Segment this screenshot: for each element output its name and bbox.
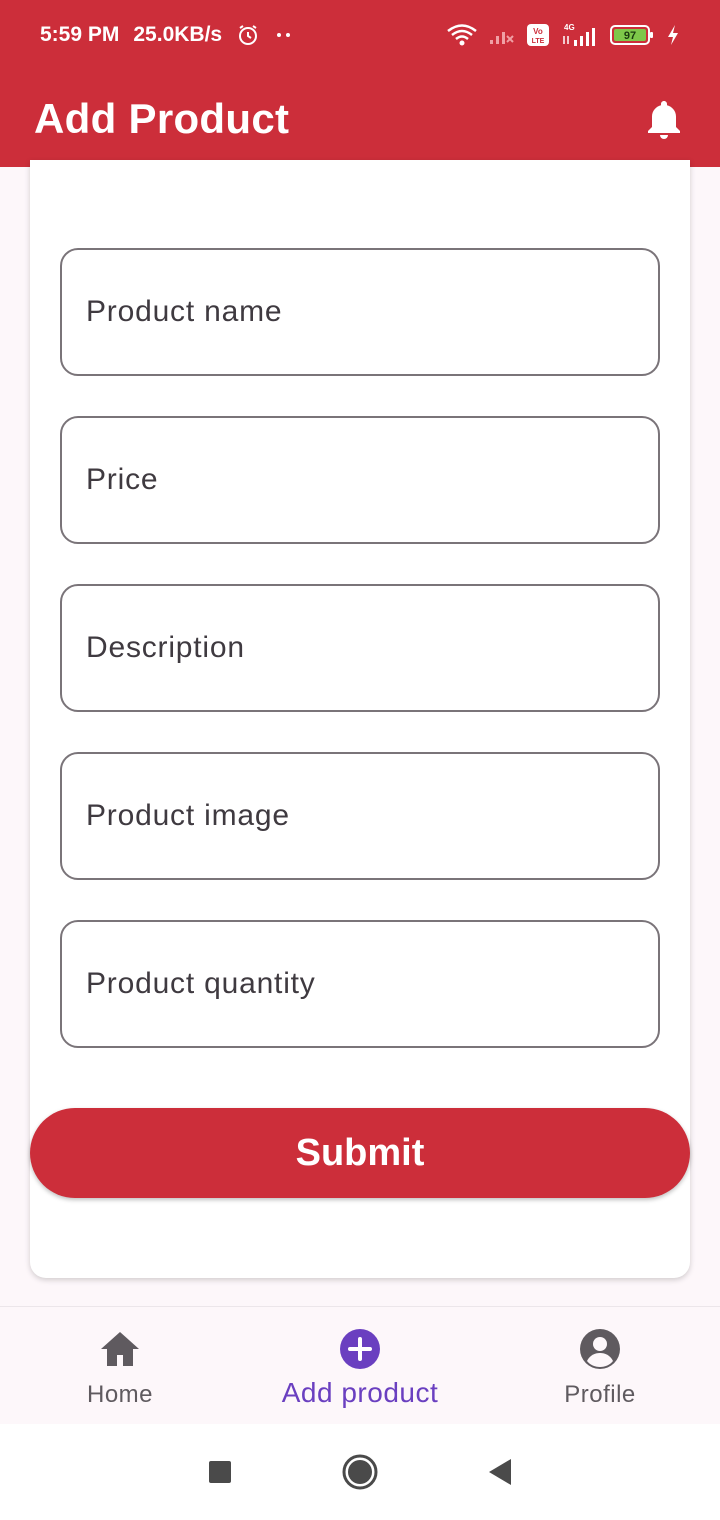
- description-field[interactable]: Description: [60, 584, 660, 712]
- back-button[interactable]: [478, 1450, 522, 1494]
- nav-label-profile: Profile: [564, 1381, 636, 1408]
- alarm-icon: [236, 23, 260, 47]
- nav-label-home: Home: [86, 1381, 154, 1408]
- page-title: Add Product: [34, 94, 290, 142]
- nav-item-home[interactable]: Home: [0, 1307, 240, 1424]
- svg-text:LTE: LTE: [532, 38, 545, 45]
- svg-text:Vo: Vo: [533, 27, 543, 36]
- bell-icon[interactable]: [642, 97, 686, 141]
- price-placeholder: Price: [86, 463, 159, 496]
- volte-icon: Vo LTE: [526, 23, 550, 47]
- signal-4g-icon: 4G: [560, 22, 600, 48]
- signal-weak-icon: [488, 24, 516, 46]
- battery-icon: 97: [610, 23, 656, 47]
- add-circle-icon: [338, 1327, 382, 1371]
- app-bar: Add Product: [0, 70, 720, 167]
- form-card: Product name Price Description Product i…: [30, 160, 690, 1278]
- submit-button[interactable]: Submit: [30, 1108, 690, 1198]
- price-field[interactable]: Price: [60, 416, 660, 544]
- nav-label-add-product: Add product: [281, 1377, 439, 1408]
- svg-text:4G: 4G: [564, 23, 575, 32]
- product-quantity-field[interactable]: Product quantity: [60, 920, 660, 1048]
- svg-text:97: 97: [624, 30, 636, 42]
- wifi-icon: [446, 23, 478, 47]
- description-placeholder: Description: [86, 631, 245, 664]
- recents-button[interactable]: [198, 1450, 242, 1494]
- home-icon: [98, 1327, 142, 1371]
- charging-icon: [666, 24, 680, 46]
- product-name-placeholder: Product name: [86, 295, 283, 328]
- account-circle-icon: [578, 1327, 622, 1371]
- status-time: 5:59 PM: [40, 23, 120, 46]
- product-quantity-placeholder: Product quantity: [86, 967, 316, 1000]
- bottom-nav: Home Add product Profile: [0, 1306, 720, 1424]
- nav-item-profile[interactable]: Profile: [480, 1307, 720, 1424]
- status-speed: 25.0KB/s: [133, 23, 223, 46]
- system-nav-bar: [0, 1424, 720, 1520]
- home-system-button[interactable]: [338, 1450, 382, 1494]
- nav-item-add-product[interactable]: Add product: [240, 1307, 480, 1424]
- product-name-field[interactable]: Product name: [60, 248, 660, 376]
- notification-dots-icon: [274, 30, 294, 40]
- product-image-field[interactable]: Product image: [60, 752, 660, 880]
- status-bar: 5:59 PM 25.0KB/s Vo LTE 4G 97: [0, 0, 720, 70]
- product-image-placeholder: Product image: [86, 799, 290, 832]
